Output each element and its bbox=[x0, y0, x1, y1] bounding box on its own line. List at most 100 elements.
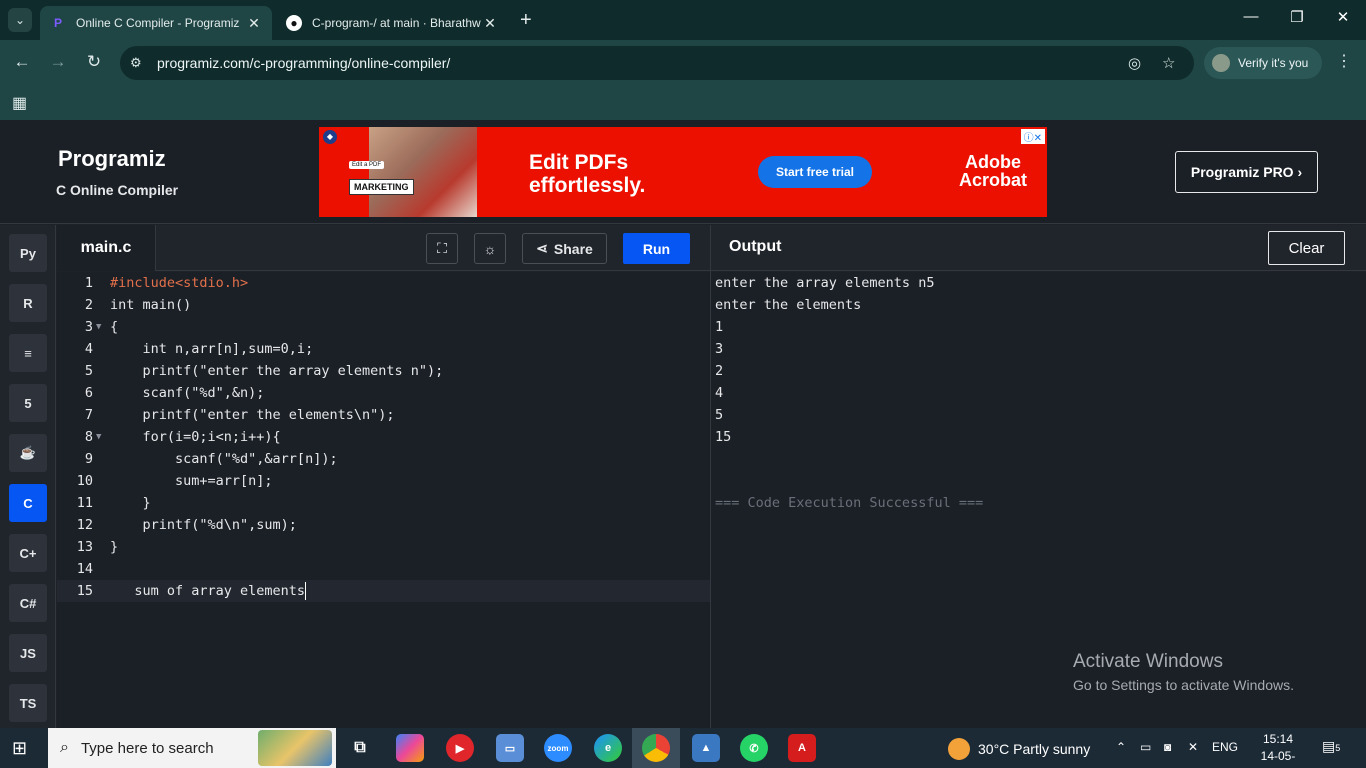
taskbar-clock[interactable]: 15:14 14-05-2025 bbox=[1248, 731, 1308, 768]
browser-menu-icon[interactable]: ⋮ bbox=[1336, 51, 1352, 71]
theme-toggle-icon[interactable]: ☼ bbox=[474, 233, 506, 264]
code-text: #include<stdio.h> bbox=[110, 275, 249, 291]
python-icon[interactable]: Py bbox=[9, 234, 47, 272]
zoom-icon[interactable]: zoom bbox=[544, 734, 572, 762]
edge-icon[interactable]: e bbox=[594, 734, 622, 762]
code-text: scanf("%d",&arr[n]); bbox=[110, 451, 338, 467]
code-text: printf("enter the array elements n"); bbox=[110, 363, 444, 379]
database-icon[interactable]: ≡ bbox=[9, 334, 47, 372]
chrome-icon[interactable] bbox=[642, 734, 670, 762]
clear-button[interactable]: Clear bbox=[1268, 231, 1345, 265]
close-tab-icon[interactable]: ✕ bbox=[246, 15, 262, 32]
tab-search-button[interactable]: ⌄ bbox=[8, 8, 32, 32]
output-line: 4 bbox=[715, 385, 724, 401]
forward-icon[interactable]: → bbox=[46, 52, 70, 72]
notification-center-icon[interactable]: ▤5 bbox=[1322, 738, 1340, 755]
typescript-icon[interactable]: TS bbox=[9, 684, 47, 722]
watermark-subtitle: Go to Settings to activate Windows. bbox=[1073, 677, 1294, 693]
tab-title: C-program-/ at main · Bharathw bbox=[312, 16, 481, 30]
minimize-icon[interactable]: — bbox=[1228, 8, 1274, 25]
clock-time: 15:14 bbox=[1262, 732, 1294, 746]
programiz-logo[interactable]: Programiz bbox=[58, 146, 166, 172]
weather-widget[interactable]: 30°C Partly sunny bbox=[948, 738, 1090, 760]
browser-tab-github[interactable]: ● C-program-/ at main · Bharathw ✕ bbox=[276, 6, 508, 40]
programiz-pro-button[interactable]: Programiz PRO › bbox=[1175, 151, 1318, 193]
csharp-icon[interactable]: C# bbox=[9, 584, 47, 622]
battery-icon[interactable]: ▭ bbox=[1140, 740, 1151, 754]
code-text: for(i=0;i<n;i++){ bbox=[110, 429, 281, 445]
browser-toolbar: ← → ↻ ⚙ programiz.com/c-programming/onli… bbox=[0, 40, 1366, 86]
new-tab-button[interactable]: + bbox=[520, 9, 532, 32]
browser-tab-programiz[interactable]: P Online C Compiler - Programiz ✕ bbox=[40, 6, 272, 40]
code-line[interactable]: 2 int main() bbox=[57, 294, 710, 316]
share-button[interactable]: ⋖ Share bbox=[522, 233, 607, 264]
restore-icon[interactable]: ❐ bbox=[1274, 8, 1320, 26]
code-line-current[interactable]: 15 sum of array elements bbox=[57, 580, 710, 602]
code-line[interactable]: 9 scanf("%d",&arr[n]); bbox=[57, 448, 710, 470]
task-view-icon[interactable]: ⧉ bbox=[346, 734, 374, 762]
input-language[interactable]: ENG bbox=[1212, 740, 1238, 754]
site-info-icon[interactable]: ⚙ bbox=[130, 55, 142, 71]
photos-icon[interactable]: ▲ bbox=[692, 734, 720, 762]
bookmark-star-icon[interactable]: ☆ bbox=[1162, 54, 1175, 72]
browser-tab-bar: ⌄ P Online C Compiler - Programiz ✕ ● C-… bbox=[0, 0, 1366, 40]
ad-photo bbox=[369, 127, 477, 217]
url-text[interactable]: programiz.com/c-programming/online-compi… bbox=[157, 55, 450, 71]
close-tab-icon[interactable]: ✕ bbox=[482, 15, 498, 32]
whatsapp-icon[interactable]: ✆ bbox=[740, 734, 768, 762]
meet-now-icon[interactable]: ◙ bbox=[1164, 740, 1171, 754]
code-line[interactable]: 3 ▼{ bbox=[57, 316, 710, 338]
ad-badge: MARKETING bbox=[349, 179, 414, 195]
code-line[interactable]: 8 ▼ for(i=0;i<n;i++){ bbox=[57, 426, 710, 448]
code-text: printf("%d\n",sum); bbox=[110, 517, 297, 533]
html5-icon[interactable]: 5 bbox=[9, 384, 47, 422]
code-line[interactable]: 7 printf("enter the elements\n"); bbox=[57, 404, 710, 426]
taskbar-search[interactable]: ⌕ Type here to search bbox=[48, 728, 336, 768]
fullscreen-icon[interactable]: ⛶ bbox=[426, 233, 458, 264]
file-tab-main-c[interactable]: main.c bbox=[57, 225, 156, 271]
tray-chevron-up-icon[interactable]: ⌃ bbox=[1116, 740, 1126, 754]
copilot-icon[interactable] bbox=[396, 734, 424, 762]
ad-cta-button[interactable]: Start free trial bbox=[758, 156, 872, 188]
code-text: int main() bbox=[110, 297, 192, 313]
r-icon[interactable]: R bbox=[9, 284, 47, 322]
windows-start-icon[interactable]: ⊞ bbox=[12, 738, 27, 759]
code-line[interactable]: 6 scanf("%d",&n); bbox=[57, 382, 710, 404]
cpp-icon[interactable]: C+ bbox=[9, 534, 47, 572]
code-text: sum of array elements bbox=[110, 582, 307, 600]
code-line[interactable]: 12 printf("%d\n",sum); bbox=[57, 514, 710, 536]
ad-headline: Edit PDFs effortlessly. bbox=[529, 151, 646, 197]
javascript-icon[interactable]: JS bbox=[9, 634, 47, 672]
ad-close-icon[interactable]: ⓘ✕ bbox=[1020, 129, 1045, 144]
acrobat-icon[interactable]: A bbox=[788, 734, 816, 762]
c-icon[interactable]: C bbox=[9, 484, 47, 522]
fold-arrow-icon[interactable]: ▼ bbox=[96, 426, 101, 448]
code-line[interactable]: 4 int n,arr[n],sum=0,i; bbox=[57, 338, 710, 360]
close-window-icon[interactable]: ✕ bbox=[1320, 8, 1366, 26]
fold-arrow-icon[interactable]: ▼ bbox=[96, 316, 101, 338]
youtube-music-icon[interactable]: ▶ bbox=[446, 734, 474, 762]
code-line[interactable]: 13} bbox=[57, 536, 710, 558]
code-text: sum+=arr[n]; bbox=[110, 473, 273, 489]
back-icon[interactable]: ← bbox=[10, 52, 34, 72]
notification-count: 5 bbox=[1335, 743, 1341, 753]
run-button[interactable]: Run bbox=[623, 233, 690, 264]
verify-profile-button[interactable]: Verify it's you bbox=[1204, 47, 1322, 79]
java-icon[interactable]: ☕ bbox=[9, 434, 47, 472]
apps-grid-icon[interactable]: ▦ bbox=[12, 93, 27, 113]
code-line[interactable]: 14 bbox=[57, 558, 710, 580]
reload-icon[interactable]: ↻ bbox=[82, 52, 106, 72]
output-line: 1 bbox=[715, 319, 724, 335]
search-highlight-image bbox=[258, 730, 332, 766]
file-explorer-icon[interactable]: ▭ bbox=[496, 734, 524, 762]
advertisement-banner[interactable]: ◆ Edit a PDF MARKETING Edit PDFs effortl… bbox=[319, 127, 1047, 217]
code-line[interactable]: 11 } bbox=[57, 492, 710, 514]
code-line[interactable]: 1 #include<stdio.h> bbox=[57, 272, 710, 294]
code-editor[interactable]: 1 #include<stdio.h> 2 int main() 3 ▼{ 4 int… bbox=[57, 272, 710, 728]
code-line[interactable]: 10 sum+=arr[n]; bbox=[57, 470, 710, 492]
volume-muted-icon[interactable]: ✕ bbox=[1188, 740, 1198, 754]
code-text: printf("enter the elements\n"); bbox=[110, 407, 395, 423]
address-bar[interactable]: ⚙ programiz.com/c-programming/online-com… bbox=[120, 46, 1194, 80]
eye-off-icon[interactable]: ◎ bbox=[1128, 54, 1141, 72]
code-line[interactable]: 5 printf("enter the array elements n"); bbox=[57, 360, 710, 382]
